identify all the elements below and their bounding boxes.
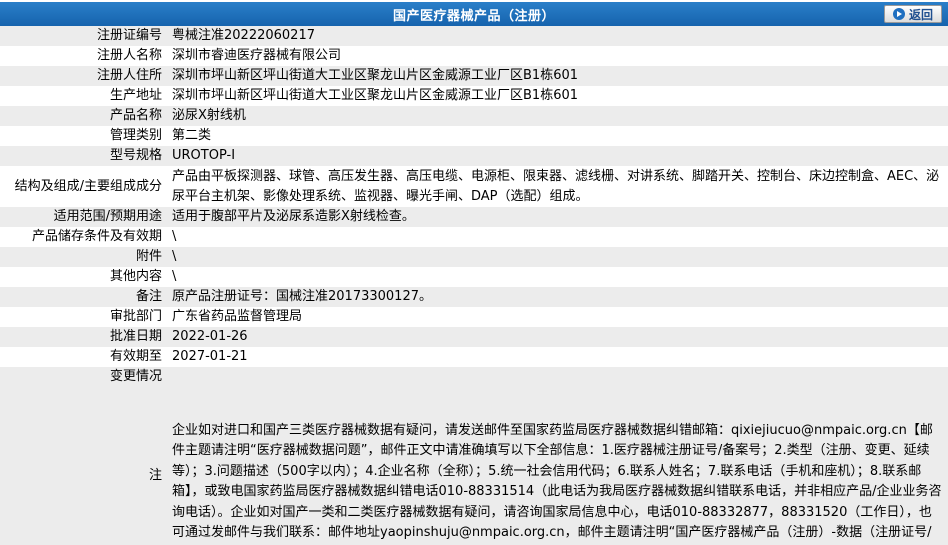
field-value: 深圳市坪山新区坪山街道大工业区聚龙山片区金威源工业厂区B1栋601 <box>166 66 948 86</box>
table-row: 管理类别 第二类 <box>0 126 948 146</box>
field-value: 2027-01-21 <box>166 347 948 367</box>
field-label: 其他内容 <box>0 267 166 287</box>
field-value: \ <box>166 267 948 287</box>
field-label: 适用范围/预期用途 <box>0 207 166 227</box>
field-label: 备注 <box>0 287 166 307</box>
field-value: UROTOP-I <box>166 146 948 166</box>
table-row: 变更情况 <box>0 367 948 387</box>
field-value: 适用于腹部平片及泌尿系造影X射线检查。 <box>166 207 948 227</box>
table-row: 有效期至 2027-01-21 <box>0 347 948 367</box>
field-value: 2022-01-26 <box>166 327 948 347</box>
field-value: 第二类 <box>166 126 948 146</box>
field-label: 产品储存条件及有效期 <box>0 227 166 247</box>
field-label: 注册人住所 <box>0 66 166 86</box>
table-row: 生产地址 深圳市坪山新区坪山街道大工业区聚龙山片区金威源工业厂区B1栋601 <box>0 86 948 106</box>
back-button[interactable]: 返回 <box>884 5 942 23</box>
table-row: 备注 原产品注册证号：国械注准20173300127。 <box>0 287 948 307</box>
field-label: 结构及组成/主要组成成分 <box>0 166 166 207</box>
field-value: \ <box>166 227 948 247</box>
field-label: 生产地址 <box>0 86 166 106</box>
field-label: 批准日期 <box>0 327 166 347</box>
field-label: 有效期至 <box>0 347 166 367</box>
field-label: 注册证编号 <box>0 26 166 46</box>
field-value <box>166 367 948 387</box>
arrow-right-icon <box>892 8 905 20</box>
note-label: 注 <box>0 387 166 545</box>
table-row: 结构及组成/主要组成成分 产品由平板探测器、球管、高压发生器、高压电缆、电源柜、… <box>0 166 948 207</box>
field-label: 变更情况 <box>0 367 166 387</box>
table-row: 适用范围/预期用途 适用于腹部平片及泌尿系造影X射线检查。 <box>0 207 948 227</box>
back-button-label: 返回 <box>908 7 933 22</box>
table-row: 其他内容 \ <box>0 267 948 287</box>
field-label: 型号规格 <box>0 146 166 166</box>
field-label: 审批部门 <box>0 307 166 327</box>
field-label: 管理类别 <box>0 126 166 146</box>
table-row: 型号规格 UROTOP-I <box>0 146 948 166</box>
table-row: 注册证编号 粤械注准20222060217 <box>0 26 948 46</box>
field-label: 附件 <box>0 247 166 267</box>
field-label: 产品名称 <box>0 106 166 126</box>
note-text: 企业如对进口和国产三类医疗器械数据有疑问，请发送邮件至国家药监局医疗器械数据纠错… <box>166 387 948 545</box>
table-row: 附件 \ <box>0 247 948 267</box>
field-label: 注册人名称 <box>0 46 166 66</box>
table-row-note: 注 企业如对进口和国产三类医疗器械数据有疑问，请发送邮件至国家药监局医疗器械数据… <box>0 387 948 545</box>
table-row: 产品名称 泌尿X射线机 <box>0 106 948 126</box>
field-value: 产品由平板探测器、球管、高压发生器、高压电缆、电源柜、限束器、滤线栅、对讲系统、… <box>166 166 948 207</box>
table-row: 审批部门 广东省药品监督管理局 <box>0 307 948 327</box>
page-title: 国产医疗器械产品（注册） <box>392 8 555 24</box>
detail-table: 注册证编号 粤械注准20222060217 注册人名称 深圳市睿迪医疗器械有限公… <box>0 26 948 545</box>
field-value: 泌尿X射线机 <box>166 106 948 126</box>
title-bar: 国产医疗器械产品（注册） 返回 <box>0 2 948 26</box>
field-value: 深圳市睿迪医疗器械有限公司 <box>166 46 948 66</box>
field-value: 粤械注准20222060217 <box>166 26 948 46</box>
table-row: 注册人住所 深圳市坪山新区坪山街道大工业区聚龙山片区金威源工业厂区B1栋601 <box>0 66 948 86</box>
field-value: \ <box>166 247 948 267</box>
field-value: 深圳市坪山新区坪山街道大工业区聚龙山片区金威源工业厂区B1栋601 <box>166 86 948 106</box>
table-row: 批准日期 2022-01-26 <box>0 327 948 347</box>
table-row: 产品储存条件及有效期 \ <box>0 227 948 247</box>
field-value: 广东省药品监督管理局 <box>166 307 948 327</box>
field-value: 原产品注册证号：国械注准20173300127。 <box>166 287 948 307</box>
table-row: 注册人名称 深圳市睿迪医疗器械有限公司 <box>0 46 948 66</box>
